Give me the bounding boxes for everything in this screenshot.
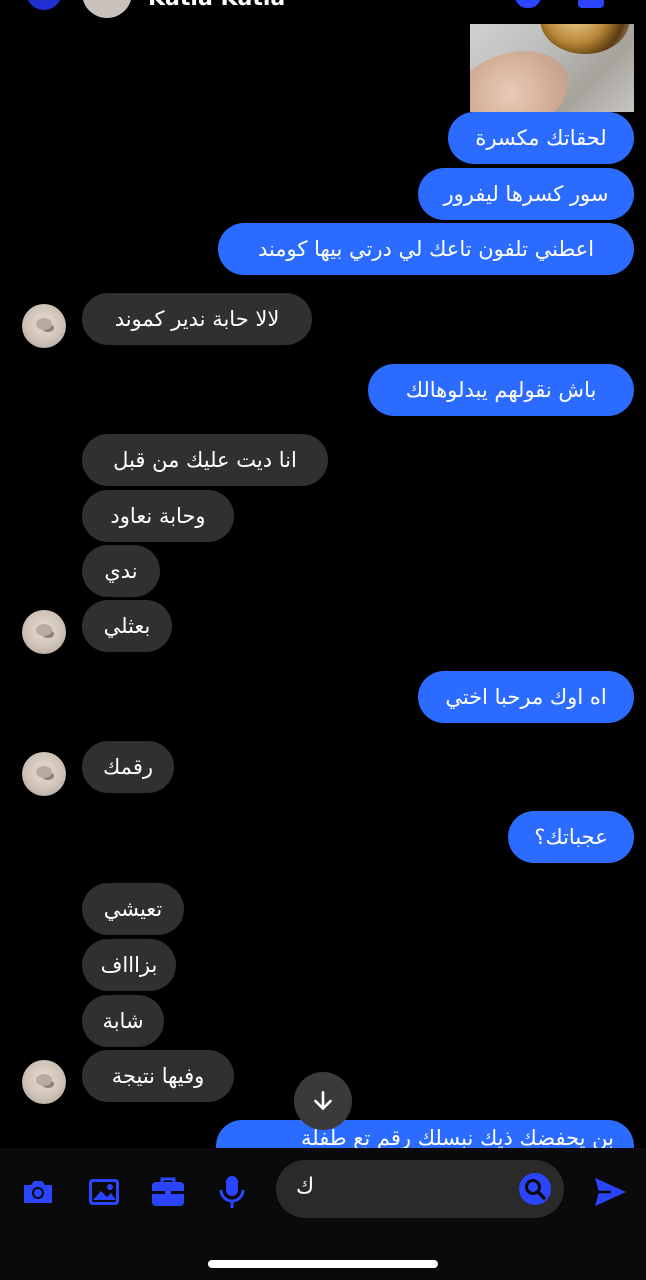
- briefcase-icon: [152, 1177, 184, 1206]
- message-bubble[interactable]: انا ديت عليك من قبل: [82, 434, 328, 486]
- message-bubble[interactable]: لالا حابة ندير كموند: [82, 293, 312, 345]
- message-bubble-partial[interactable]: بن يحفضك ذيك نبسلك رقم تع طفلة: [216, 1120, 634, 1148]
- message-bubble[interactable]: ندي: [82, 545, 160, 597]
- emoji-search-icon[interactable]: [518, 1172, 552, 1206]
- video-call-icon[interactable]: [578, 0, 604, 8]
- scroll-to-bottom-button[interactable]: [294, 1072, 352, 1130]
- send-button[interactable]: [592, 1174, 628, 1210]
- message-bubble[interactable]: عجباتك؟: [508, 811, 634, 863]
- chat-header: Katia Katia: [0, 0, 646, 24]
- sender-avatar[interactable]: [22, 610, 66, 654]
- message-bubble[interactable]: بزاااف: [82, 939, 176, 991]
- contact-name[interactable]: Katia Katia: [148, 0, 285, 11]
- message-bubble[interactable]: سور كسرها ليفرور: [418, 168, 634, 220]
- gallery-icon: [89, 1179, 119, 1205]
- phone-call-icon[interactable]: [515, 0, 541, 8]
- message-input[interactable]: ك: [276, 1160, 564, 1218]
- message-bubble[interactable]: اه اوك مرحبا اختي: [418, 671, 634, 723]
- message-bubble[interactable]: وفيها نتيجة: [82, 1050, 234, 1102]
- send-icon: [595, 1178, 626, 1206]
- contact-avatar[interactable]: [82, 0, 132, 18]
- message-input-value: ك: [296, 1174, 315, 1199]
- message-bubble[interactable]: وحابة نعاود: [82, 490, 234, 542]
- photo-jewelry: [540, 24, 630, 54]
- business-tools-button[interactable]: [150, 1176, 186, 1208]
- gallery-button[interactable]: [86, 1176, 122, 1208]
- message-bubble[interactable]: لحقاتك مكسرة: [448, 112, 634, 164]
- voice-message-button[interactable]: [214, 1176, 250, 1208]
- sender-avatar[interactable]: [22, 304, 66, 348]
- sender-avatar[interactable]: [22, 1060, 66, 1104]
- back-button[interactable]: [26, 0, 62, 10]
- camera-button[interactable]: [20, 1176, 56, 1208]
- message-bubble[interactable]: اعطني تلفون تاعك لي درتي بيها كومند: [218, 223, 634, 275]
- message-bubble[interactable]: بعثلي: [82, 600, 172, 652]
- sender-avatar[interactable]: [22, 752, 66, 796]
- message-bubble[interactable]: شابة: [82, 995, 164, 1047]
- home-indicator[interactable]: [208, 1260, 438, 1268]
- message-bubble[interactable]: باش نقولهم يبدلوهالك: [368, 364, 634, 416]
- shared-photo[interactable]: [470, 24, 634, 112]
- message-bubble[interactable]: رقمك: [82, 741, 174, 793]
- camera-icon: [24, 1181, 52, 1203]
- arrow-down-icon: [314, 1091, 332, 1110]
- message-text: بن يحفضك ذيك نبسلك رقم تع طفلة: [300, 1126, 614, 1148]
- message-bubble[interactable]: تعيشي: [82, 883, 184, 935]
- microphone-icon: [219, 1176, 245, 1208]
